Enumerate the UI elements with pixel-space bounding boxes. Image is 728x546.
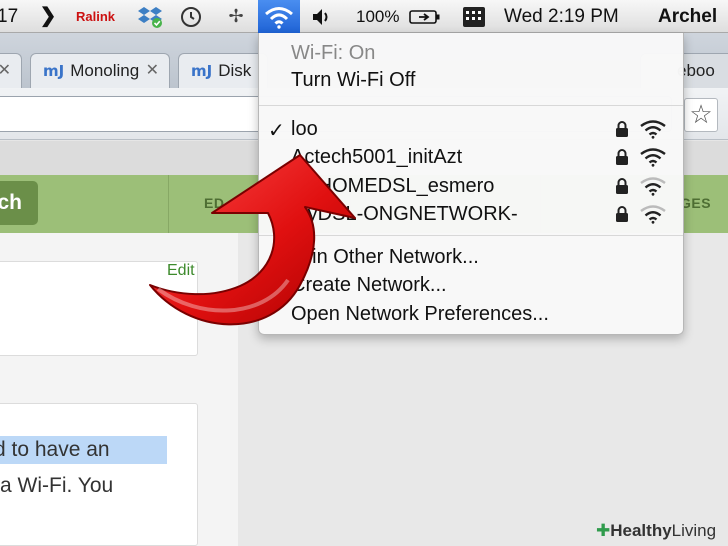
star-icon[interactable]: ☆ <box>684 98 718 132</box>
create-network-item[interactable]: Create Network... <box>291 274 447 297</box>
chevron-right-icon[interactable]: ❯ <box>38 0 58 33</box>
wifi-icon[interactable] <box>258 0 300 33</box>
mac-menu-bar: 17 ❯ Ralink ✢ 100% Wed 2:19 PM Archel <box>0 0 728 33</box>
menu-separator <box>259 105 683 106</box>
article-text: a Wi-Fi. You <box>0 474 114 497</box>
user-name[interactable]: Archel <box>658 0 717 33</box>
network-item[interactable]: MyDSL-ONGNETWORK- <box>291 203 518 226</box>
battery-charging-icon[interactable] <box>408 0 442 33</box>
wifi-dropdown-menu: Wi-Fi: On Turn Wi-Fi Off ✓ loo Actech500… <box>258 33 684 335</box>
ralink-menu[interactable]: Ralink <box>76 0 115 33</box>
date-fragment: 17 <box>0 6 19 27</box>
network-item[interactable]: loo <box>291 118 318 141</box>
nav-divider <box>168 175 169 233</box>
lock-icon <box>616 178 628 194</box>
close-tab-icon[interactable]: ✕ <box>0 54 11 87</box>
menu-separator <box>259 235 683 236</box>
checkmark-icon: ✓ <box>268 120 285 142</box>
article-text-highlighted: d to have an <box>0 436 167 464</box>
lock-icon <box>616 206 628 222</box>
time-machine-icon[interactable] <box>178 0 204 33</box>
wifi-status: Wi-Fi: On <box>291 42 376 64</box>
speaker-icon[interactable] <box>310 0 334 33</box>
healthy-living-watermark: ✚HealthyLiving <box>596 521 717 541</box>
join-other-network-item[interactable]: Join Other Network... <box>291 246 479 269</box>
tab-label: Disk <box>218 61 252 80</box>
wifi-signal-icon <box>640 177 666 196</box>
wifi-signal-icon <box>640 205 666 224</box>
turn-wifi-off-item[interactable]: Turn Wi-Fi Off <box>291 69 415 92</box>
wifi-signal-icon <box>640 148 666 167</box>
browser-tab[interactable]: mJ Disk <box>178 53 268 88</box>
nav-item-pages[interactable]: GES <box>680 195 711 211</box>
keyboard-input-icon[interactable] <box>460 0 488 33</box>
tab-favicon: mJ <box>43 62 65 80</box>
tab-favicon: mJ <box>191 62 213 80</box>
close-tab-icon[interactable]: ✕ <box>146 54 159 87</box>
lock-icon <box>616 121 628 137</box>
edit-link[interactable]: Edit <box>167 262 195 280</box>
browser-tab[interactable]: mJ Monoling ✕ <box>30 53 170 88</box>
dropbox-icon[interactable] <box>136 0 164 33</box>
browser-tab[interactable]: ✕ <box>0 53 22 88</box>
menubar-clock[interactable]: Wed 2:19 PM <box>504 0 619 33</box>
bluetooth-icon[interactable]: ✢ <box>224 0 248 33</box>
cross-icon: ✚ <box>596 521 611 541</box>
nav-item-edit[interactable]: ED <box>204 195 224 211</box>
open-network-preferences-item[interactable]: Open Network Preferences... <box>291 303 549 326</box>
battery-percent[interactable]: 100% <box>356 0 399 33</box>
network-item[interactable]: myHOMEDSL_esmero <box>291 175 494 198</box>
tab-label: Monoling <box>70 61 140 80</box>
lock-icon <box>616 149 628 165</box>
network-item[interactable]: Actech5001_initAzt <box>291 146 462 169</box>
site-search-button[interactable]: ch <box>0 181 38 225</box>
wifi-signal-icon <box>640 120 666 139</box>
